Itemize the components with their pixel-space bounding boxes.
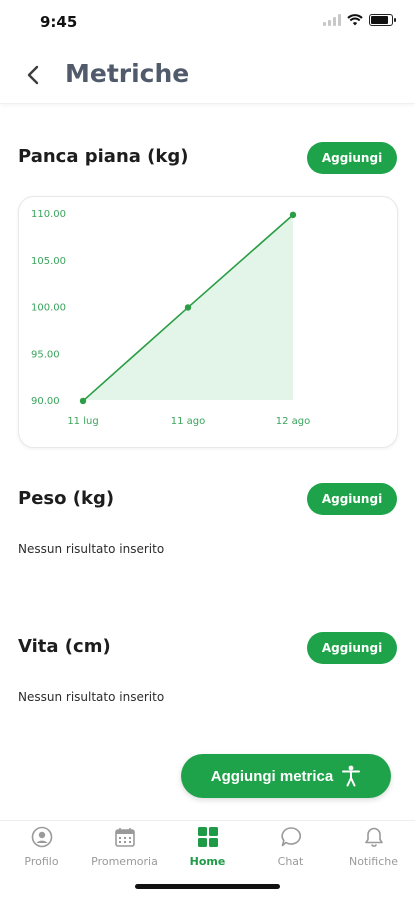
chevron-left-icon (27, 65, 39, 85)
add-bench-button[interactable]: Aggiungi (307, 142, 397, 174)
tab-label: Notifiche (348, 855, 399, 868)
y-tick-label: 105.00 (31, 256, 66, 267)
status-icons (323, 14, 396, 26)
user-circle-icon (31, 826, 52, 848)
tab-notifiche[interactable]: Notifiche (332, 825, 415, 868)
y-tick-label: 100.00 (31, 303, 66, 314)
tab-home[interactable]: Home (166, 825, 249, 868)
waist-empty-text: Nessun risultato inserito (18, 690, 165, 704)
x-tick-label: 11 lug (67, 416, 98, 427)
grid-icon (197, 827, 218, 847)
tab-label: Home (189, 855, 226, 868)
add-waist-button[interactable]: Aggiungi (307, 632, 397, 664)
page-title: Metriche (65, 59, 190, 88)
section-title-weight: Peso (kg) (18, 488, 115, 509)
x-tick-label: 11 ago (171, 416, 206, 427)
y-tick-label: 110.00 (31, 209, 66, 220)
section-title-bench: Panca piana (kg) (18, 146, 189, 167)
add-metric-label: Aggiungi metrica (210, 767, 334, 785)
data-point (184, 304, 192, 311)
bell-icon (364, 827, 383, 847)
header: Metriche (0, 48, 415, 104)
tab-promemoria[interactable]: Promemoria (83, 825, 166, 868)
y-tick-label: 90.00 (31, 396, 60, 407)
battery-icon (369, 14, 396, 26)
y-tick-label: 95.00 (31, 349, 60, 360)
bench-chart-card: 90.00 95.00 100.00 105.00 110.00 11 lug 11 ago… (18, 196, 398, 448)
home-indicator (135, 884, 280, 889)
bench-chart: 90.00 95.00 100.00 105.00 110.00 11 lug 11 ago… (31, 209, 311, 427)
x-tick-label: 12 ago (276, 416, 311, 427)
section-title-waist: Vita (cm) (18, 636, 111, 657)
status-bar: 9:45 (0, 0, 415, 44)
tab-label: Promemoria (91, 855, 158, 868)
data-point (79, 397, 87, 405)
tab-label: Profilo (24, 855, 59, 868)
wifi-icon (347, 14, 363, 26)
back-button[interactable] (18, 60, 48, 90)
tab-label: Chat (277, 855, 304, 868)
calendar-icon (114, 828, 135, 847)
signal-icon (323, 14, 341, 26)
data-point (289, 211, 297, 219)
add-weight-button[interactable]: Aggiungi (307, 483, 397, 515)
status-time: 9:45 (40, 13, 78, 31)
person-accessibility-icon (342, 765, 361, 787)
add-metric-button[interactable]: Aggiungi metrica (181, 754, 391, 798)
tab-profilo[interactable]: Profilo (0, 825, 83, 868)
weight-empty-text: Nessun risultato inserito (18, 542, 165, 556)
chat-bubble-icon (280, 827, 301, 847)
tab-chat[interactable]: Chat (249, 825, 332, 868)
